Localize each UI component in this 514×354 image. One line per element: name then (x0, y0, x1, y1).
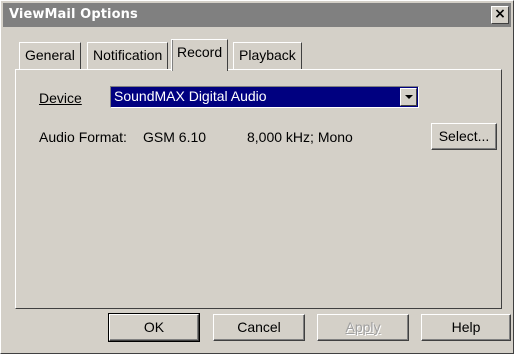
tab-record-label: Record (177, 44, 223, 60)
tab-notification[interactable]: Notification (87, 42, 169, 69)
audio-format-label: Audio Format: (39, 129, 127, 145)
device-select[interactable]: SoundMAX Digital Audio (110, 86, 419, 108)
apply-button[interactable]: Apply (317, 314, 409, 341)
close-icon[interactable]: × (491, 6, 509, 24)
help-button-label: Help (451, 319, 481, 335)
audio-format-detail: 8,000 kHz; Mono (247, 129, 353, 145)
cancel-button[interactable]: Cancel (213, 314, 305, 341)
apply-button-label: Apply (345, 319, 381, 335)
help-button[interactable]: Help (421, 314, 511, 341)
ok-button[interactable]: OK (108, 313, 200, 342)
tab-record[interactable]: Record (171, 39, 229, 71)
dialog-window: ViewMail Options × General Notification … (0, 0, 514, 354)
tab-playback[interactable]: Playback (233, 42, 302, 69)
chevron-down-icon[interactable] (400, 88, 417, 106)
window-title: ViewMail Options (9, 7, 138, 22)
tab-general-label: General (25, 47, 75, 63)
select-button[interactable]: Select... (431, 123, 497, 150)
audio-format-codec: GSM 6.10 (143, 129, 207, 145)
cancel-button-label: Cancel (237, 319, 281, 335)
ok-button-label: OK (143, 319, 165, 335)
select-button-label: Select... (438, 128, 490, 144)
device-label: Device (39, 90, 82, 106)
tab-playback-label: Playback (239, 47, 296, 63)
device-select-value: SoundMAX Digital Audio (114, 88, 267, 104)
title-bar[interactable]: ViewMail Options × (3, 3, 511, 27)
tab-notification-label: Notification (93, 47, 163, 63)
tab-general[interactable]: General (19, 42, 81, 69)
